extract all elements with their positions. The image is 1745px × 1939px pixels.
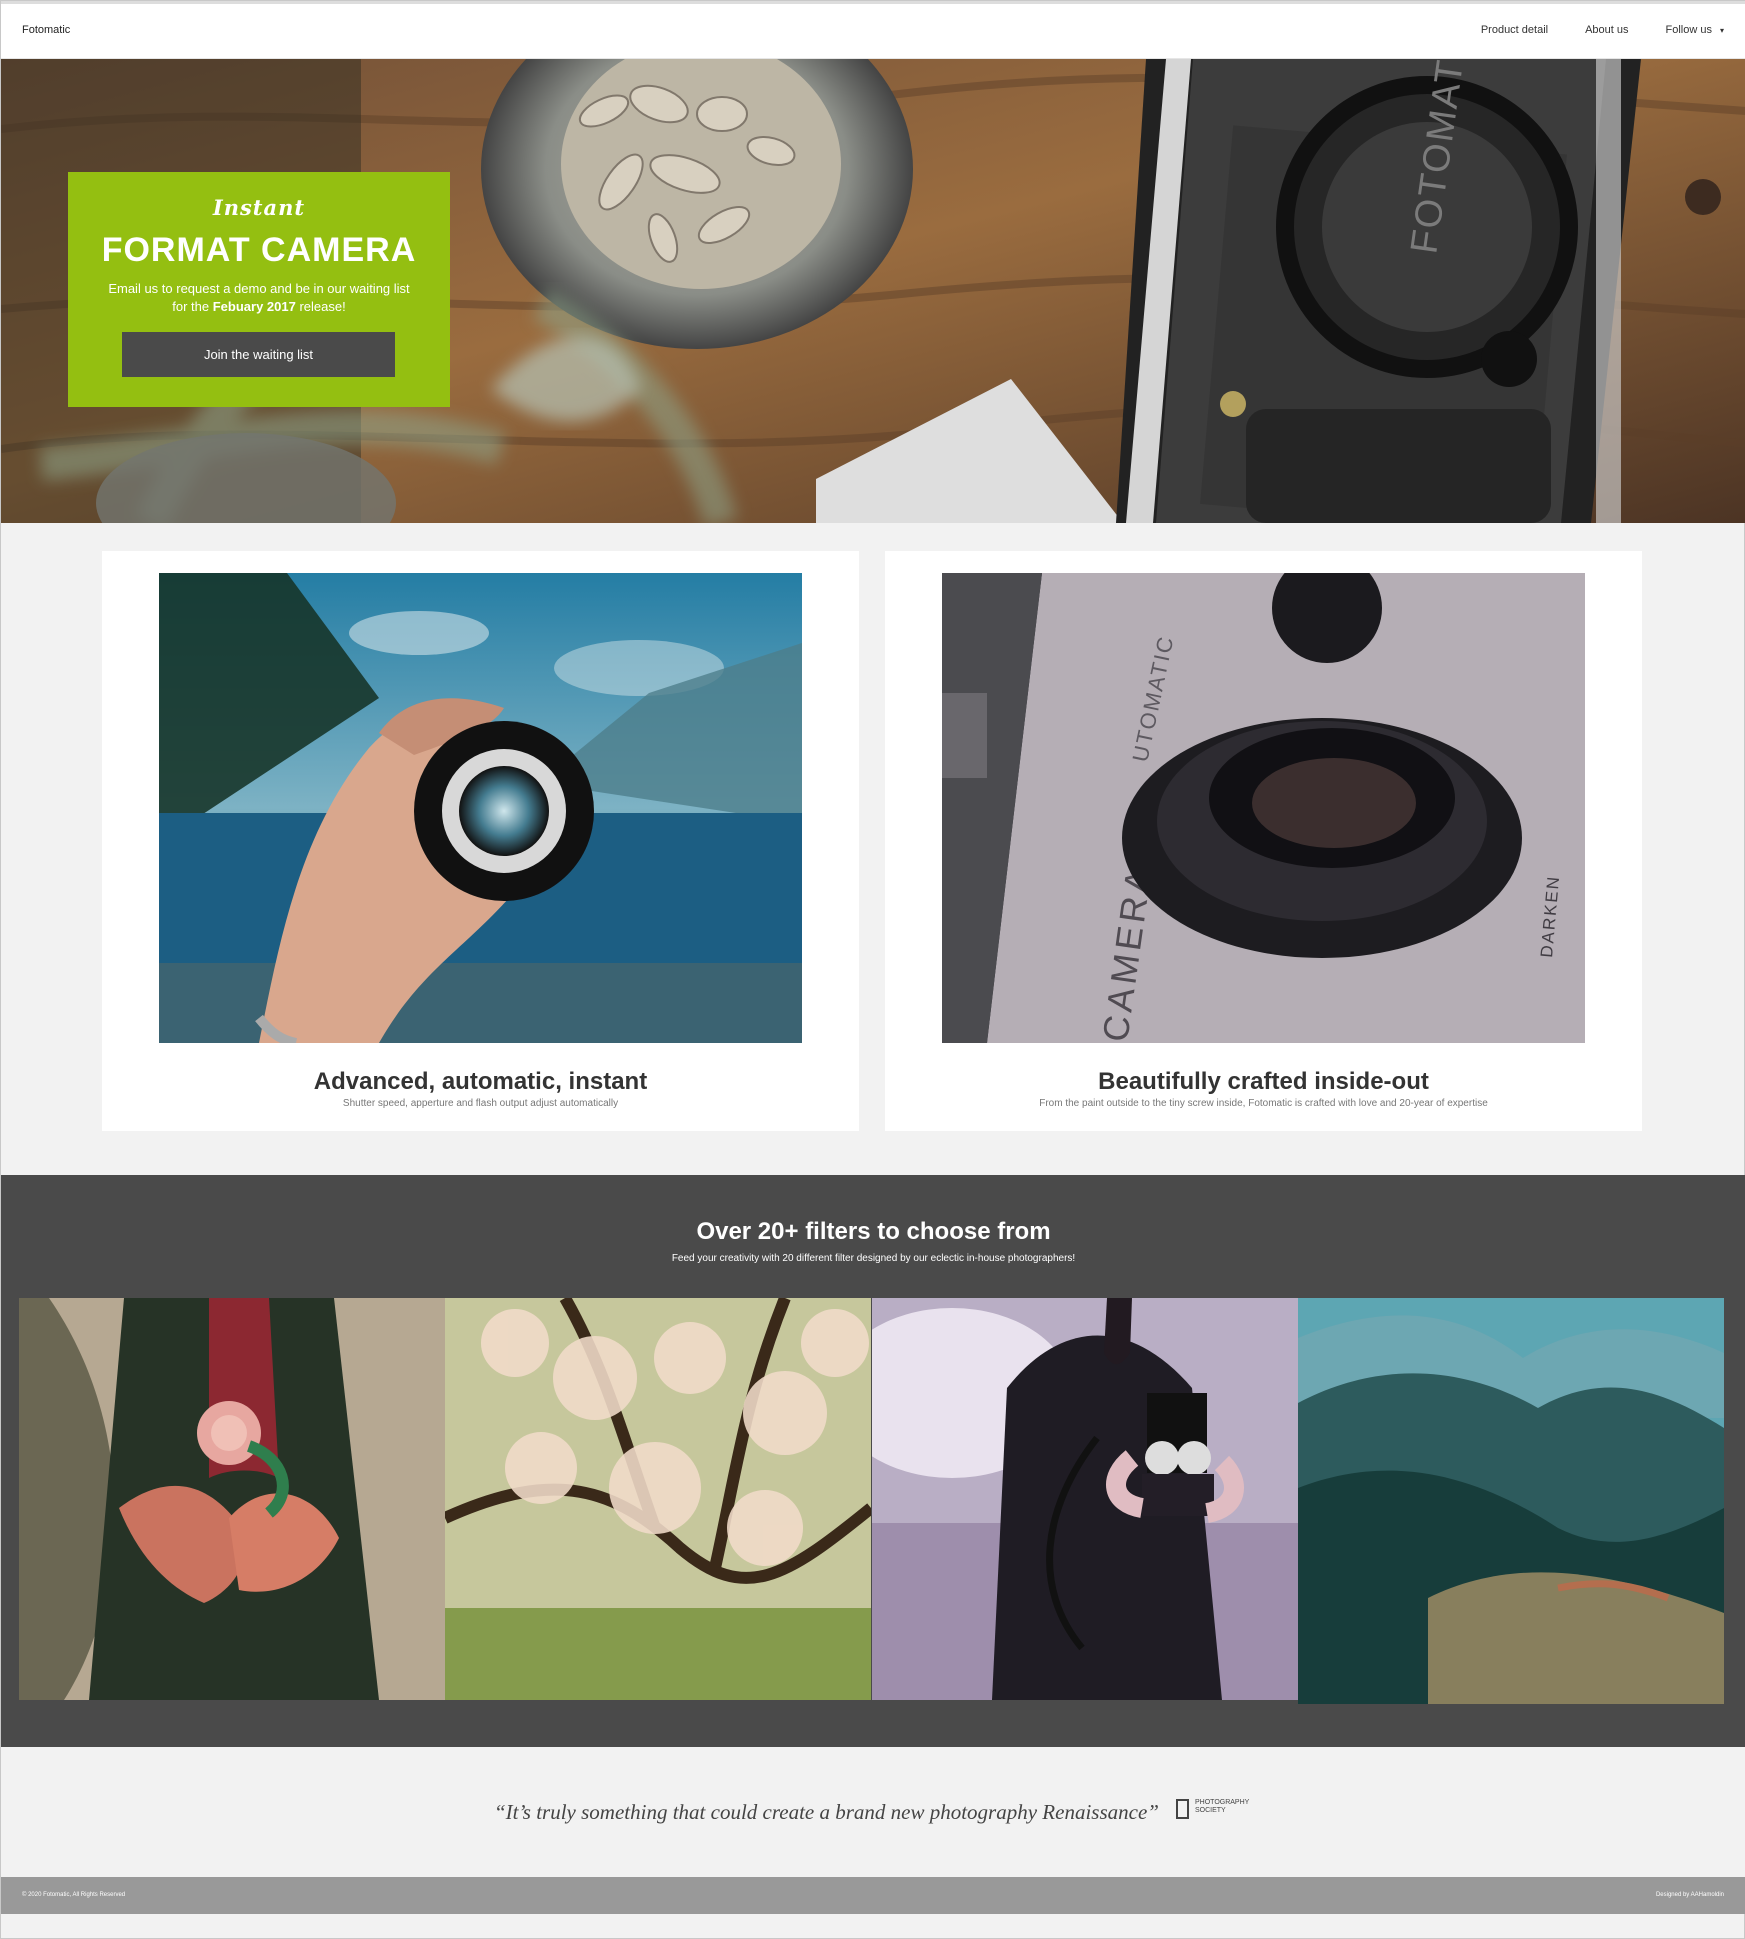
camera-right-strap [1596, 59, 1621, 523]
hero-description-ending: release! [295, 299, 346, 314]
hero-title: FORMAT CAMERA [101, 231, 417, 269]
feature-card-crafted: UTOMATIC CAMERA DARKEN Beautifully craft… [885, 551, 1642, 1131]
product-landing-page: Fotomatic Product detail About us Follow… [0, 0, 1745, 1939]
filter-photo-valley[interactable] [1298, 1298, 1724, 1704]
feature-card-automatic: Advanced, automatic, instant Shutter spe… [102, 551, 859, 1131]
camera-button [1481, 331, 1537, 387]
camera-grip [1246, 409, 1551, 523]
join-waiting-list-button[interactable]: Join the waiting list [122, 332, 395, 377]
lens-landscape-photo [159, 573, 802, 1043]
filter-photo-blossoms[interactable] [445, 1298, 871, 1700]
society-name: PHOTOGRAPHY SOCIETY [1195, 1799, 1250, 1814]
nav-follow-us[interactable]: Follow us ▾ [1666, 24, 1724, 36]
camera-closeup-image: UTOMATIC CAMERA DARKEN [942, 573, 1585, 1043]
top-navigation: Fotomatic Product detail About us Follow… [1, 1, 1745, 59]
filter-photo-rose[interactable] [19, 1298, 445, 1700]
designer-credit: Designed by AAHamoldin [1655, 1892, 1724, 1898]
filter-photo-photographer[interactable] [872, 1298, 1298, 1700]
hero-description: Email us to request a demo and be in our… [102, 280, 416, 316]
camera-lens-closeup-photo: UTOMATIC CAMERA DARKEN [942, 573, 1585, 1043]
hero-kicker: Instant [212, 195, 306, 220]
nav-about-us[interactable]: About us [1585, 24, 1628, 36]
camera-small-light [1220, 391, 1246, 417]
photography-society-logo: PHOTOGRAPHY SOCIETY [1176, 1799, 1253, 1819]
copyright-text: © 2020 Fotomatic, All Rights Reserved [22, 1892, 126, 1898]
society-logo-icon [1176, 1799, 1189, 1819]
filters-subtitle: Feed your creativity with 20 different f… [671, 1253, 1076, 1264]
nav-product-detail[interactable]: Product detail [1481, 24, 1548, 36]
filters-title: Over 20+ filters to choose from [696, 1218, 1051, 1245]
camera-lever [942, 693, 987, 778]
lens-in-hand-image [159, 573, 802, 1043]
testimonial-section: “It’s truly something that could create … [1, 1747, 1745, 1877]
lake-shore [159, 963, 802, 1043]
filters-section: Over 20+ filters to choose from Feed you… [1, 1175, 1745, 1747]
nav-follow-us-label: Follow us [1665, 24, 1712, 36]
feature-subtitle: From the paint outside to the tiny screw… [1039, 1098, 1488, 1109]
white-cloud [349, 611, 489, 655]
feature-title: Beautifully crafted inside-out [1098, 1068, 1429, 1095]
wood-knot [1685, 179, 1721, 215]
lens-glass [1252, 758, 1416, 848]
brand-logo-text[interactable]: Fotomatic [22, 24, 70, 36]
release-date: Febuary 2017 [212, 299, 296, 314]
chevron-down-icon: ▾ [1719, 25, 1724, 35]
feature-subtitle: Shutter speed, apperture and flash outpu… [342, 1098, 619, 1109]
site-footer: © 2020 Fotomatic, All Rights Reserved De… [1, 1877, 1745, 1914]
feature-title: Advanced, automatic, instant [313, 1068, 648, 1095]
waiting-list-panel: Instant FORMAT CAMERA Email us to reques… [68, 172, 450, 407]
navigation-links: Product detail About us Follow us ▾ [1481, 24, 1724, 36]
testimonial-quote: “It’s truly something that could create … [494, 1800, 1159, 1824]
hero-banner: FOTOMAT Instant FORMAT CAMERA Email us t… [1, 59, 1745, 523]
camera-lens-glass [459, 766, 549, 856]
